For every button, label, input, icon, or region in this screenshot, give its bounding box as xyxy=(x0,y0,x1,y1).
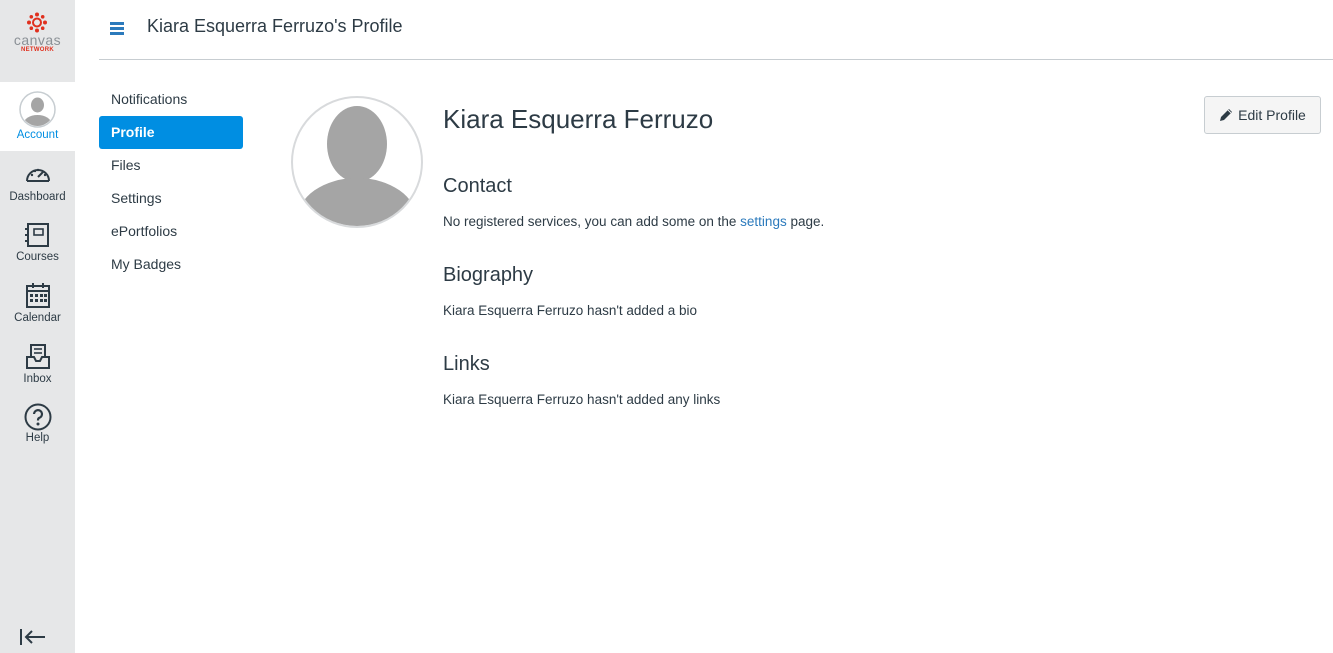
profile-avatar xyxy=(291,96,423,228)
contact-text-before: No registered services, you can add some… xyxy=(443,214,741,229)
biography-text: Kiara Esquerra Ferruzo hasn't added a bi… xyxy=(443,303,697,318)
courses-icon xyxy=(24,223,49,247)
nav-courses-label: Courses xyxy=(16,251,59,263)
logo-wordmark: canvas xyxy=(13,32,62,48)
pencil-icon xyxy=(1220,109,1233,121)
canvas-logo-icon xyxy=(27,12,47,33)
subnav-profile[interactable]: Profile xyxy=(99,116,243,149)
subnav-files[interactable]: Files xyxy=(99,149,243,182)
nav-inbox-label: Inbox xyxy=(23,373,52,385)
logo-subtitle: NETWORK xyxy=(20,47,55,53)
nav-dashboard-label: Dashboard xyxy=(9,191,66,203)
nav-help[interactable]: Help xyxy=(0,403,75,453)
subnav-notifications[interactable]: Notifications xyxy=(99,83,243,116)
nav-calendar-label: Calendar xyxy=(14,312,61,324)
profile-subnav: Notifications Profile Files Settings ePo… xyxy=(99,83,243,281)
settings-link[interactable]: settings xyxy=(740,214,787,229)
subnav-eportfolios[interactable]: ePortfolios xyxy=(99,215,243,248)
default-avatar-icon xyxy=(297,106,417,226)
contact-text: No registered services, you can add some… xyxy=(443,214,824,229)
nav-inbox[interactable]: Inbox xyxy=(0,343,75,393)
calendar-icon xyxy=(25,283,50,308)
subnav-my-badges[interactable]: My Badges xyxy=(99,248,243,281)
nav-account[interactable]: Account xyxy=(0,82,75,151)
canvas-network-logo[interactable]: canvas NETWORK xyxy=(0,0,75,82)
global-nav: canvas NETWORK Account Dashboard Courses… xyxy=(0,0,75,653)
nav-calendar[interactable]: Calendar xyxy=(0,282,75,332)
profile-name: Kiara Esquerra Ferruzo xyxy=(443,104,714,134)
nav-courses[interactable]: Courses xyxy=(0,222,75,272)
links-text: Kiara Esquerra Ferruzo hasn't added any … xyxy=(443,392,721,407)
menu-toggle-icon[interactable] xyxy=(110,22,124,36)
links-heading: Links xyxy=(443,353,490,375)
dashboard-icon xyxy=(25,168,50,182)
biography-heading: Biography xyxy=(443,264,534,286)
page-header: Kiara Esquerra Ferruzo's Profile xyxy=(99,0,1333,60)
collapse-nav-icon[interactable] xyxy=(19,627,47,647)
edit-profile-label: Edit Profile xyxy=(1238,107,1306,123)
avatar-icon xyxy=(19,91,56,128)
contact-text-after: page. xyxy=(786,214,825,229)
nav-account-label: Account xyxy=(16,129,59,141)
help-icon xyxy=(24,403,51,431)
inbox-icon xyxy=(25,344,50,369)
nav-dashboard[interactable]: Dashboard xyxy=(0,163,75,213)
subnav-settings[interactable]: Settings xyxy=(99,182,243,215)
edit-profile-button[interactable]: Edit Profile xyxy=(1204,96,1321,134)
page-title: Kiara Esquerra Ferruzo's Profile xyxy=(147,16,403,36)
contact-heading: Contact xyxy=(443,175,512,197)
nav-help-label: Help xyxy=(25,432,50,444)
